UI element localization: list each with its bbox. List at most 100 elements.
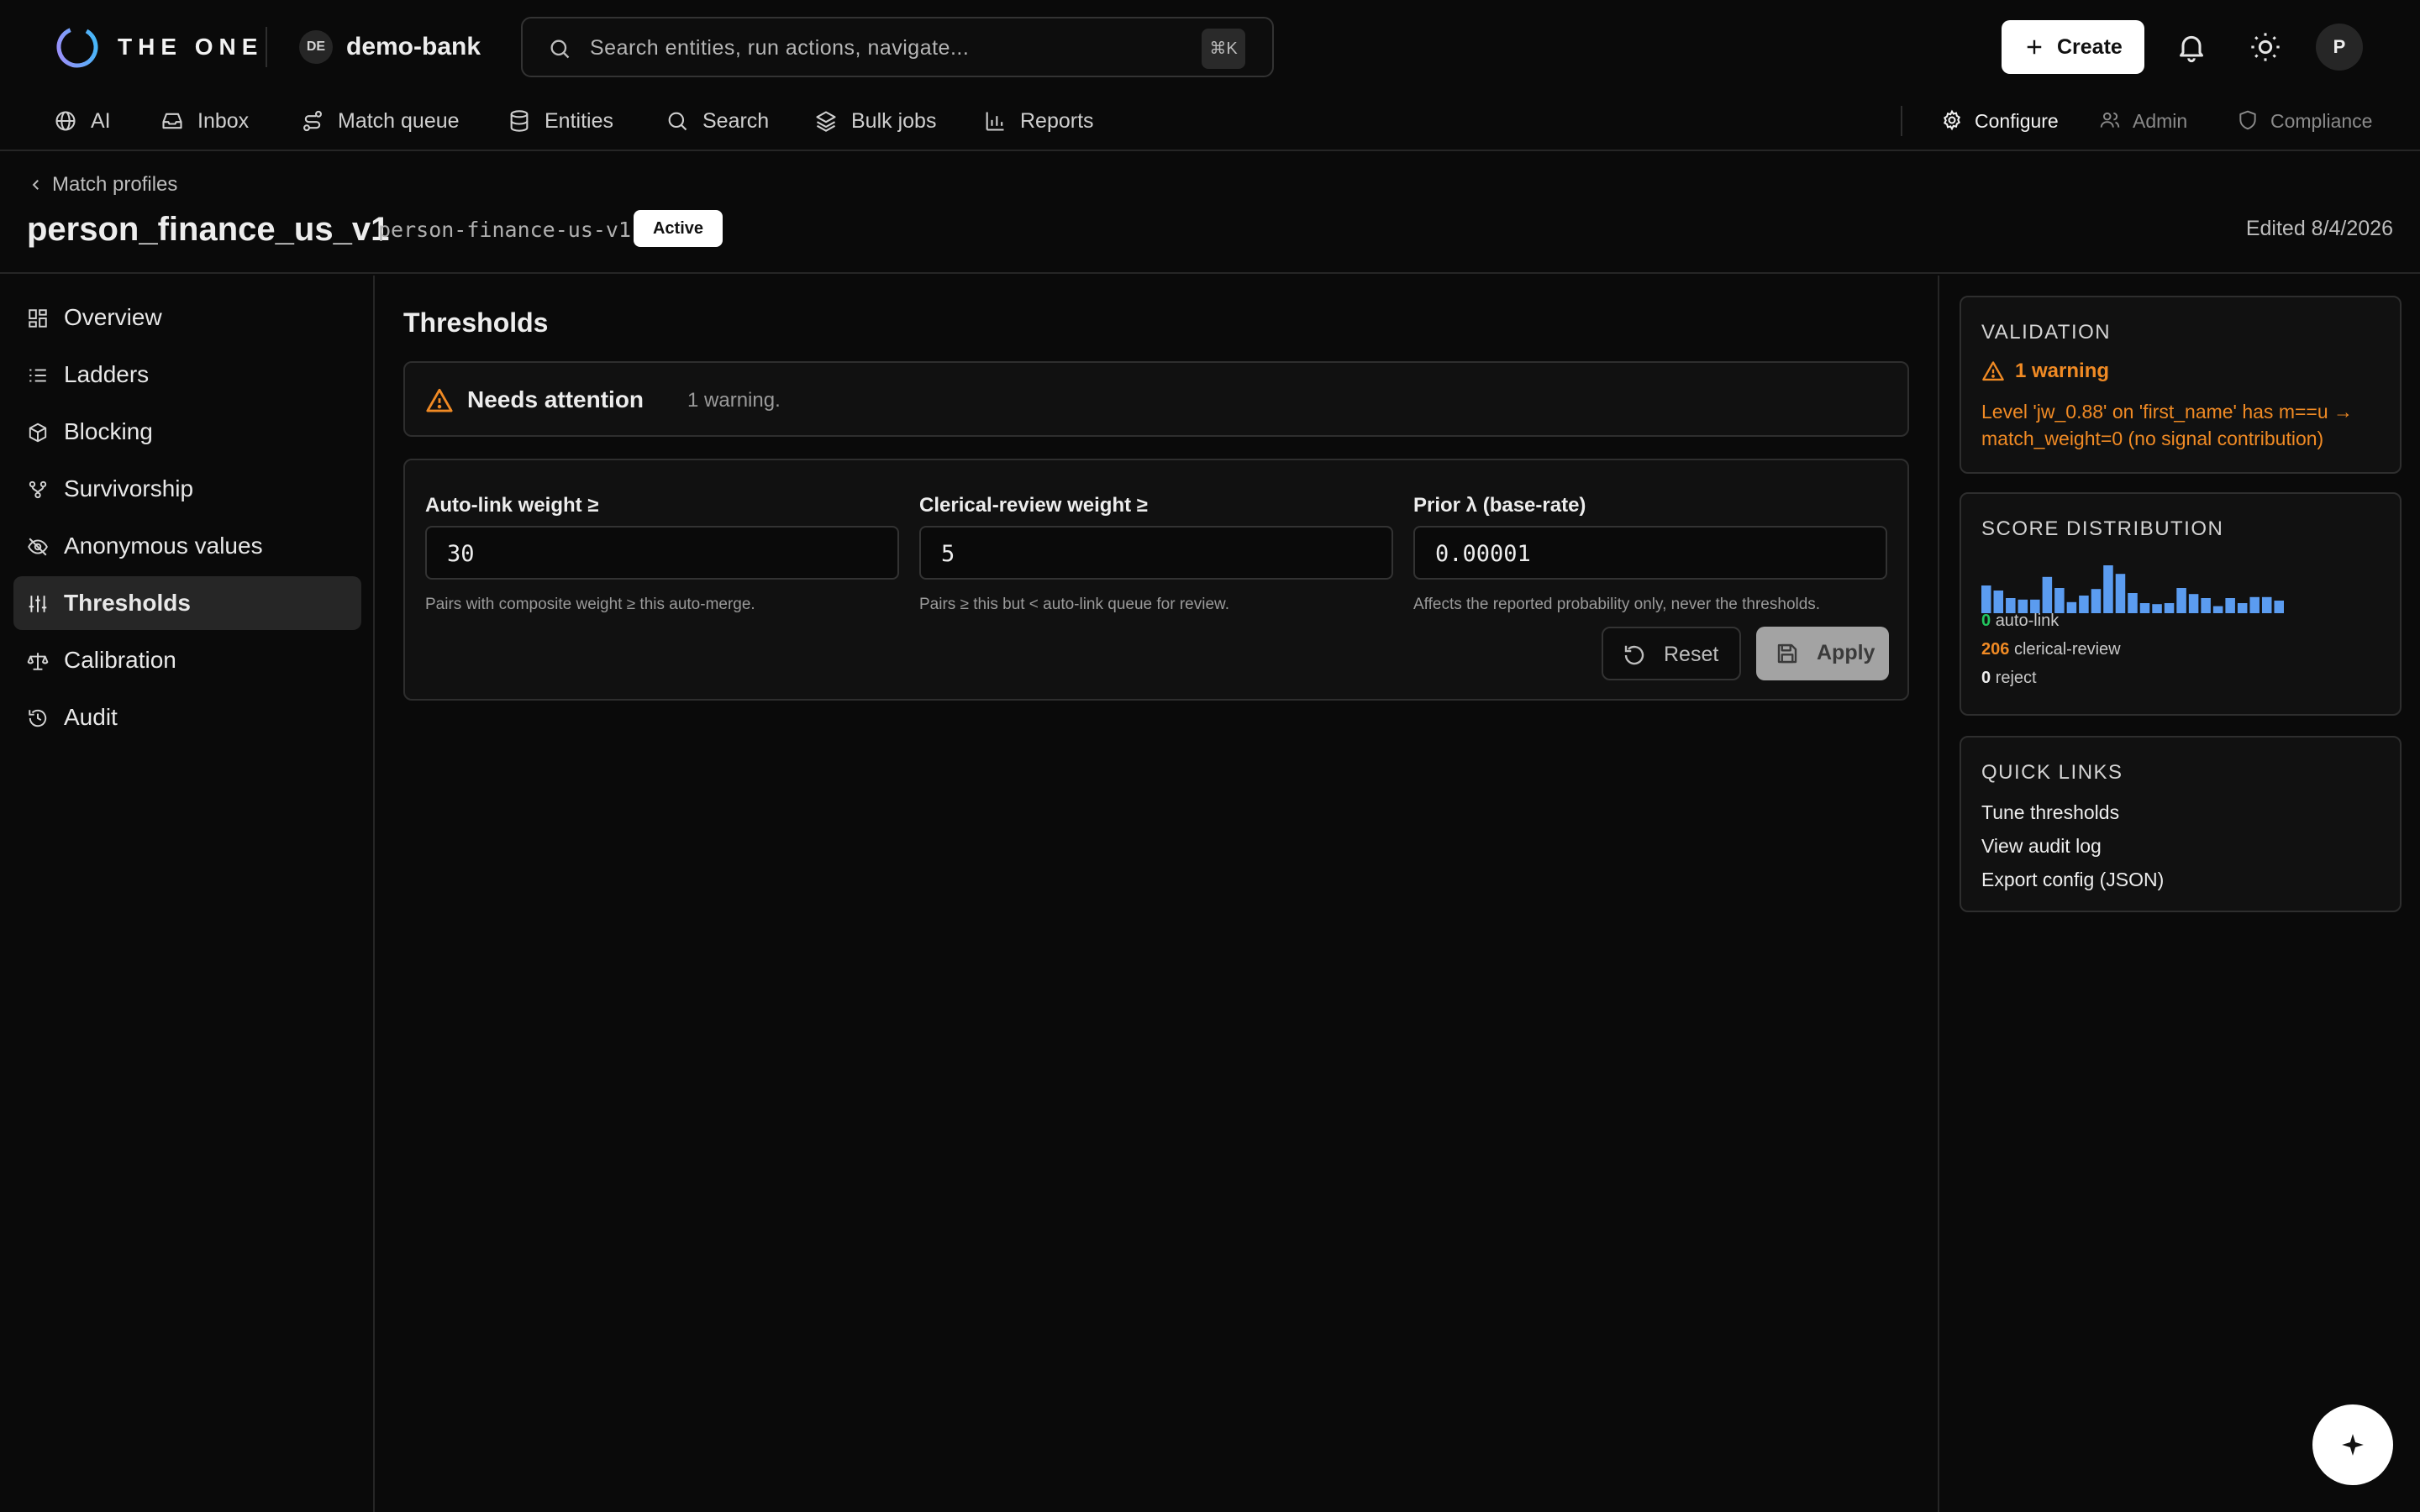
assistant-fab[interactable] bbox=[2312, 1404, 2393, 1485]
plus-icon bbox=[2025, 38, 2044, 56]
stat-label: clerical-review bbox=[2013, 640, 2121, 659]
histogram-bar bbox=[2237, 603, 2248, 613]
histogram-bar bbox=[2176, 588, 2186, 613]
search-placeholder: Search entities, run actions, navigate..… bbox=[590, 36, 970, 60]
history-icon bbox=[29, 709, 47, 727]
create-button[interactable]: Create bbox=[2002, 20, 2144, 74]
nav-label: Compliance bbox=[2270, 110, 2373, 132]
sidebar-item-survivorship[interactable]: Survivorship bbox=[13, 462, 361, 516]
nav-label: Admin bbox=[2133, 110, 2188, 132]
thresholds-main: Thresholds Needs attention 1 warning. Au… bbox=[376, 276, 1936, 1512]
quick-link-tune-thresholds[interactable]: Tune thresholds bbox=[1981, 798, 2119, 827]
sidebar-item-calibration[interactable]: Calibration bbox=[13, 633, 361, 687]
scale-icon bbox=[27, 653, 49, 670]
page-header: Match profiles person_finance_us_v1 pers… bbox=[0, 151, 2420, 274]
panel-title: VALIDATION bbox=[1981, 321, 2112, 344]
field-label: Auto-link weight ≥ bbox=[425, 494, 599, 517]
grid-icon bbox=[29, 309, 47, 328]
shortcut-hint: ⌘K bbox=[1202, 29, 1245, 69]
input-value: 5 bbox=[941, 541, 955, 567]
histogram-bar bbox=[2249, 596, 2260, 613]
validation-panel: VALIDATION 1 warning Level 'jw_0.88' on … bbox=[1960, 296, 2402, 474]
stat-label: auto-link bbox=[1995, 612, 2060, 630]
reset-label: Reset bbox=[1664, 643, 1719, 666]
nav-label: Search bbox=[702, 109, 770, 133]
create-label: Create bbox=[2057, 35, 2123, 59]
theme-toggle-sun-icon[interactable] bbox=[2249, 30, 2282, 64]
stat-label: reject bbox=[1995, 669, 2037, 687]
user-avatar[interactable]: P bbox=[2316, 24, 2363, 71]
field-help: Pairs ≥ this but < auto-link queue for r… bbox=[919, 596, 1229, 613]
stat-count: 0 bbox=[1981, 612, 1991, 630]
histogram-bar bbox=[2225, 598, 2235, 613]
auto-link-weight-input[interactable]: 30 bbox=[425, 526, 899, 580]
prior-lambda-input[interactable]: 0.00001 bbox=[1413, 526, 1887, 580]
field-label: Clerical-review weight ≥ bbox=[919, 494, 1148, 517]
quick-link-audit-log[interactable]: View audit log bbox=[1981, 832, 2102, 860]
section-title: Thresholds bbox=[403, 307, 549, 338]
histogram-bar bbox=[2066, 601, 2077, 613]
sidebar-item-overview[interactable]: Overview bbox=[13, 291, 361, 344]
nav-label: Bulk jobs bbox=[851, 109, 937, 133]
page-title: person_finance_us_v1 bbox=[27, 211, 390, 248]
reset-button[interactable]: Reset bbox=[1602, 627, 1741, 680]
warning-icon bbox=[426, 388, 453, 412]
layers-icon bbox=[816, 111, 836, 132]
nav-label: Match queue bbox=[338, 109, 460, 133]
route-icon bbox=[303, 110, 322, 132]
sidebar-item-label: Thresholds bbox=[64, 590, 191, 616]
breadcrumb-label: Match profiles bbox=[52, 173, 178, 196]
shield-icon bbox=[2239, 110, 2256, 130]
warning-count-label: 1 warning bbox=[2015, 360, 2110, 382]
sidebar-item-label: Anonymous values bbox=[64, 533, 263, 559]
nav-divider bbox=[1901, 106, 1902, 136]
top-bar: THE ONE DE demo-bank Search entities, ru… bbox=[0, 0, 2420, 151]
sidebar-item-ladders[interactable]: Ladders bbox=[13, 348, 361, 402]
quick-link-export-config[interactable]: Export config (JSON) bbox=[1981, 865, 2164, 894]
sidebar-item-thresholds[interactable]: Thresholds bbox=[13, 576, 361, 630]
warning-icon bbox=[1982, 361, 2004, 381]
histogram-bar bbox=[2079, 596, 2089, 613]
users-icon bbox=[2100, 112, 2120, 128]
edited-timestamp: Edited 8/4/2026 bbox=[2245, 217, 2393, 240]
warning-message: Level 'jw_0.88' on 'first_name' has m==u… bbox=[1981, 401, 2354, 449]
field-help: Affects the reported probability only, n… bbox=[1413, 596, 1821, 613]
nav-label: Reports bbox=[1020, 109, 1094, 133]
sidebar-item-label: Overview bbox=[64, 304, 162, 330]
stat-auto-link: 0 auto-link bbox=[1981, 608, 2059, 633]
sidebar-item-audit[interactable]: Audit bbox=[13, 690, 361, 744]
logo-icon[interactable] bbox=[54, 24, 101, 71]
histogram-bar bbox=[2139, 603, 2150, 613]
histogram-bar bbox=[2152, 604, 2162, 613]
workspace-badge[interactable]: DE bbox=[299, 30, 333, 64]
sidebar-item-anonymous-values[interactable]: Anonymous values bbox=[13, 519, 361, 573]
score-histogram bbox=[1981, 565, 2284, 613]
workspace-name[interactable]: demo-bank bbox=[346, 29, 481, 66]
box-icon bbox=[29, 423, 47, 443]
reset-icon bbox=[1624, 645, 1644, 665]
apply-button[interactable]: Apply bbox=[1756, 627, 1889, 680]
chevron-left-icon bbox=[32, 180, 39, 190]
histogram-bar bbox=[2201, 598, 2211, 613]
gear-icon bbox=[1944, 109, 1960, 131]
sidebar-item-label: Survivorship bbox=[64, 475, 194, 501]
command-search[interactable]: Search entities, run actions, navigate..… bbox=[521, 17, 1274, 77]
sidebar-item-label: Blocking bbox=[64, 418, 153, 444]
bell-icon[interactable] bbox=[2175, 30, 2208, 64]
top-bar-row: THE ONE DE demo-bank Search entities, ru… bbox=[0, 0, 2420, 94]
nav-label: AI bbox=[91, 109, 111, 133]
sidebar-item-blocking[interactable]: Blocking bbox=[13, 405, 361, 459]
quick-links-panel: QUICK LINKS Tune thresholds View audit l… bbox=[1960, 736, 2402, 912]
list-ordered-icon bbox=[29, 369, 46, 382]
search-icon bbox=[548, 37, 571, 60]
clerical-review-weight-input[interactable]: 5 bbox=[919, 526, 1393, 580]
histogram-bar bbox=[2188, 594, 2199, 613]
stat-count: 206 bbox=[1981, 640, 2010, 659]
histogram-bar bbox=[2128, 593, 2138, 613]
histogram-bar bbox=[2274, 601, 2284, 613]
score-distribution-panel: SCORE DISTRIBUTION 0 auto-link 206 cleri… bbox=[1960, 492, 2402, 716]
alert-title: Needs attention bbox=[467, 386, 644, 412]
input-value: 0.00001 bbox=[1435, 541, 1531, 567]
stat-count: 0 bbox=[1981, 669, 1991, 687]
stat-clerical-review: 206 clerical-review bbox=[1981, 637, 2121, 662]
